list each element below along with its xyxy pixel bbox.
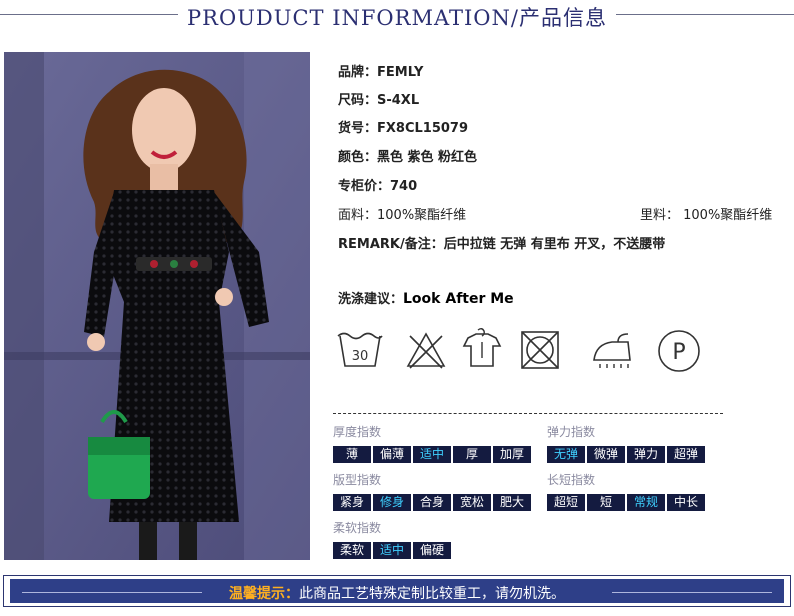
notice-banner: 温馨提示：此商品工艺特殊定制比较重工，请勿机洗。: [3, 575, 791, 607]
care-advice: 洗涤建议：Look After Me: [338, 288, 514, 307]
length-option: 短: [587, 494, 625, 511]
section-header: PROUDUCT INFORMATION/产品信息: [0, 0, 794, 32]
product-photo: [4, 52, 310, 560]
dry-clean-letter: P: [672, 340, 685, 365]
thickness-option: 偏薄: [373, 446, 411, 463]
sku-line: 货号：FX8CL15079: [338, 121, 469, 136]
lining-line: 里料： 100%聚酯纤维: [640, 208, 773, 223]
thickness-title: 厚度指数: [333, 425, 382, 439]
length-option: 中长: [667, 494, 705, 511]
softness-title: 柔软指数: [333, 521, 382, 535]
header-right-rule: [616, 14, 794, 15]
fit-option: 修身: [373, 494, 411, 511]
fabric-line: 面料：100%聚酯纤维: [338, 208, 467, 223]
elasticity-option: 无弹: [547, 446, 585, 463]
thickness-option: 薄: [333, 446, 371, 463]
remark-line: REMARK/备注：后中拉链 无弹 有里布 开叉，不送腰带: [338, 237, 666, 252]
length-title: 长短指数: [547, 473, 596, 487]
length-option: 超短: [547, 494, 585, 511]
elasticity-option: 微弹: [587, 446, 625, 463]
elasticity-option: 超弹: [667, 446, 705, 463]
thickness-option: 加厚: [493, 446, 531, 463]
color-line: 颜色：黑色 紫色 粉红色: [338, 150, 478, 165]
notice-text: 温馨提示：此商品工艺特殊定制比较重工，请勿机洗。: [10, 583, 784, 603]
size-line: 尺码：S-4XL: [338, 93, 420, 108]
softness-options: 柔软 适中 偏硬: [333, 542, 451, 559]
model-illustration: [4, 52, 310, 560]
notice-message: 此商品工艺特殊定制比较重工，请勿机洗。: [299, 586, 565, 602]
hang-dry-icon: [462, 328, 502, 367]
no-tumble-dry-icon: [521, 331, 559, 369]
wash-temp-text: 30: [352, 349, 369, 364]
no-bleach-icon: [406, 332, 446, 369]
elasticity-title: 弹力指数: [547, 425, 596, 439]
price-line: 专柜价：740: [338, 179, 418, 194]
care-label: 洗涤建议：: [338, 292, 404, 307]
care-icons: 30 P: [334, 328, 714, 376]
care-value: Look After Me: [403, 291, 514, 307]
fit-option: 紧身: [333, 494, 371, 511]
steam-iron-icon: [593, 333, 631, 368]
softness-option: 偏硬: [413, 542, 451, 559]
softness-option: 适中: [373, 542, 411, 559]
brand-line: 品牌：FEMLY: [338, 65, 424, 80]
dry-clean-p-icon: P: [658, 330, 700, 372]
fit-option: 宽松: [453, 494, 491, 511]
thickness-option: 厚: [453, 446, 491, 463]
fit-title: 版型指数: [333, 473, 382, 487]
length-options: 超短短常规 中长: [547, 494, 705, 511]
wash-30-icon: 30: [337, 332, 383, 367]
notice-label: 温馨提示：: [229, 586, 299, 602]
elasticity-option: 弹力: [627, 446, 665, 463]
indices-divider: [333, 413, 723, 414]
thickness-options: 薄偏薄 适中厚加厚: [333, 446, 531, 463]
length-option: 常规: [627, 494, 665, 511]
section-title: PROUDUCT INFORMATION/产品信息: [187, 6, 607, 30]
softness-option: 柔软: [333, 542, 371, 559]
thickness-option: 适中: [413, 446, 451, 463]
notice-inner: 温馨提示：此商品工艺特殊定制比较重工，请勿机洗。: [10, 579, 784, 603]
elasticity-options: 无弹 微弹 弹力 超弹: [547, 446, 705, 463]
header-left-rule: [0, 14, 178, 15]
fit-option: 合身: [413, 494, 451, 511]
fit-option: 肥大: [493, 494, 531, 511]
fit-options: 紧身 修身 合身 宽松 肥大: [333, 494, 531, 511]
